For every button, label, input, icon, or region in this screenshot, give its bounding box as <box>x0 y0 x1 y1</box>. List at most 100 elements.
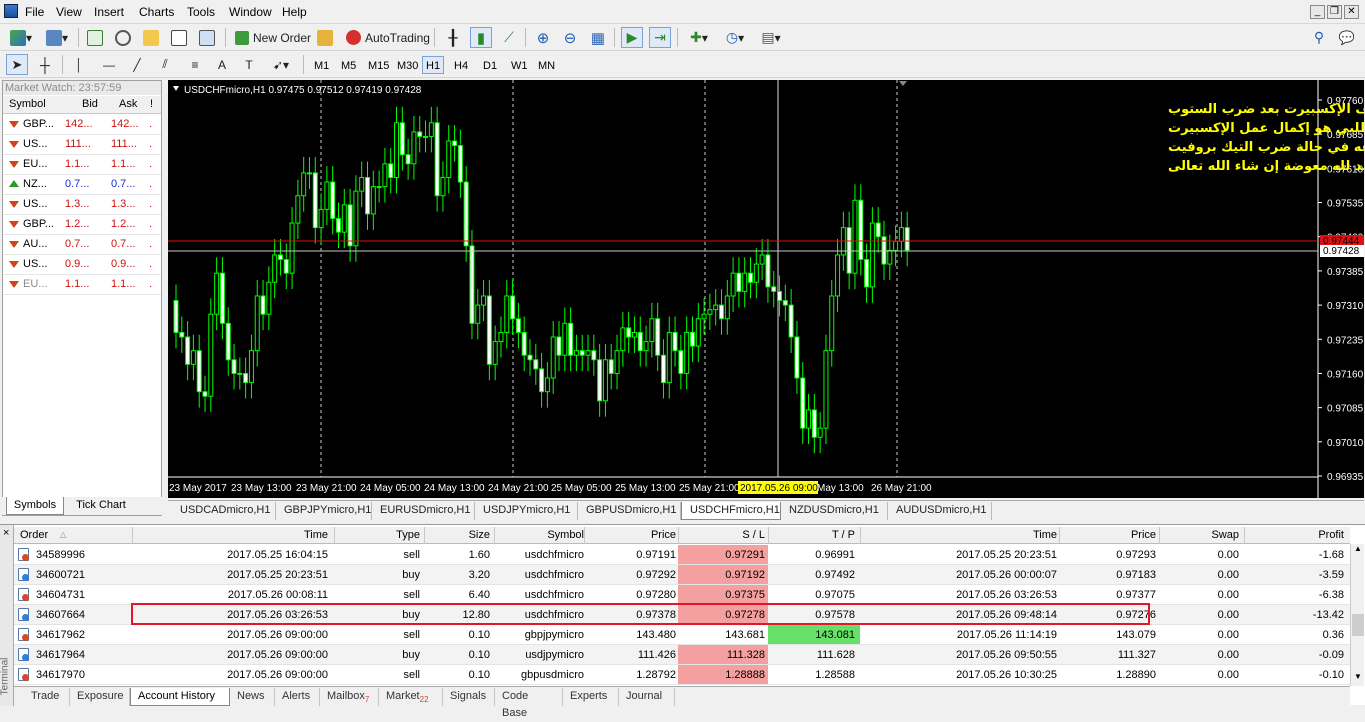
terminal-tab[interactable]: Journal <box>619 688 675 706</box>
col-bid[interactable]: Bid <box>82 98 98 110</box>
terminal-button[interactable] <box>168 27 190 48</box>
market-watch-button[interactable] <box>84 27 106 48</box>
terminal-tab[interactable]: Mailbox7 <box>320 688 379 706</box>
tf-mn[interactable]: MN <box>534 56 559 74</box>
zoom-in-button[interactable]: ⊕ <box>532 27 554 48</box>
tile-windows-button[interactable]: ▦ <box>587 27 609 48</box>
scroll-up-icon[interactable]: ▲ <box>1352 544 1364 556</box>
column-header-time[interactable]: Time <box>132 529 328 541</box>
col-ask[interactable]: Ask <box>119 98 137 110</box>
col-symbol[interactable]: Symbol <box>9 98 46 110</box>
market-watch-row[interactable]: EU... 1.1... 1.1.... <box>3 155 161 175</box>
metaeditor-button[interactable] <box>314 27 336 48</box>
scroll-down-icon[interactable]: ▼ <box>1352 672 1364 684</box>
bar-chart-button[interactable]: ╂ <box>442 27 464 48</box>
app-icon[interactable] <box>4 4 18 18</box>
terminal-tab[interactable]: Account History <box>130 688 230 706</box>
minimize-icon[interactable]: _ <box>1310 5 1325 19</box>
history-row[interactable]: 34617964 2017.05.26 09:00:00 buy 0.10 usdjpy… <box>14 645 1350 665</box>
tf-m15[interactable]: M15 <box>364 56 393 74</box>
column-header-swap[interactable]: Swap <box>1159 529 1239 541</box>
market-watch-row[interactable]: US... 1.3... 1.3.... <box>3 195 161 215</box>
market-watch-row[interactable]: EU... 1.1... 1.1.... <box>3 275 161 295</box>
terminal-tab[interactable]: Signals <box>443 688 495 706</box>
restore-icon[interactable]: ❐ <box>1327 5 1342 19</box>
price-chart[interactable]: 0.977600.976850.976100.975350.974600.973… <box>168 80 1364 498</box>
market-watch-row[interactable]: US... 0.9... 0.9.... <box>3 255 161 275</box>
navigator-button[interactable] <box>112 27 134 48</box>
indicators-button[interactable]: ✚ ▾ <box>684 27 714 48</box>
history-row[interactable]: 34600721 2017.05.25 20:23:51 buy 3.20 usdchf… <box>14 565 1350 585</box>
history-row[interactable]: 34617962 2017.05.26 09:00:00 sell 0.10 gbpjp… <box>14 625 1350 645</box>
new-order-button[interactable]: New Order <box>230 27 316 48</box>
menu-view[interactable]: View <box>56 5 82 19</box>
tf-d1[interactable]: D1 <box>479 56 501 74</box>
chart-shift-button[interactable]: ⇥ <box>649 27 671 48</box>
arrows-button[interactable]: ➹ ▾ <box>266 54 296 75</box>
terminal-tab[interactable]: Alerts <box>275 688 320 706</box>
terminal-tab[interactable]: News <box>230 688 275 706</box>
text-label-button[interactable]: T <box>238 54 260 75</box>
line-chart-button[interactable]: ⟋ <box>498 27 520 48</box>
chart-tab[interactable]: EURUSDmicro,H1 <box>372 502 475 520</box>
new-chart-button[interactable]: ▾ <box>6 27 36 48</box>
history-row[interactable]: 34604731 2017.05.26 00:08:11 sell 6.40 usdch… <box>14 585 1350 605</box>
chart-tab[interactable]: USDCHFmicro,H1 <box>681 502 781 520</box>
terminal-tab[interactable]: Market22 <box>379 688 443 706</box>
terminal-tab[interactable]: Trade <box>24 688 70 706</box>
fibonacci-button[interactable]: ≡ <box>184 54 206 75</box>
chat-button[interactable]: 💬 <box>1336 27 1358 48</box>
periods-button[interactable]: ◷ ▾ <box>720 27 750 48</box>
column-header-price[interactable]: Price <box>586 529 676 541</box>
col-alert[interactable]: ! <box>150 98 153 110</box>
chart-window[interactable]: 0.977600.976850.976100.975350.974600.973… <box>168 80 1364 498</box>
market-watch-row[interactable]: US... 111... 111.... <box>3 135 161 155</box>
menu-file[interactable]: File <box>25 5 44 19</box>
zoom-out-button[interactable]: ⊖ <box>559 27 581 48</box>
tf-m5[interactable]: M5 <box>337 56 360 74</box>
chart-tab[interactable]: AUDUSDmicro,H1 <box>888 502 992 520</box>
tf-h4[interactable]: H4 <box>450 56 472 74</box>
market-watch-row[interactable]: NZ... 0.7... 0.7.... <box>3 175 161 195</box>
column-header-ctime[interactable]: Time <box>859 529 1057 541</box>
search-button[interactable]: ⚲ <box>1308 27 1330 48</box>
close-icon[interactable]: ✕ <box>1344 5 1359 19</box>
scroll-thumb[interactable] <box>1352 614 1364 636</box>
history-row[interactable]: 34617970 2017.05.26 09:00:00 sell 0.10 gbpus… <box>14 665 1350 685</box>
chart-tab[interactable]: GBPUSDmicro,H1 <box>578 502 681 520</box>
equidistant-channel-button[interactable]: ⫽ <box>154 54 176 75</box>
tf-w1[interactable]: W1 <box>507 56 532 74</box>
column-header-sl[interactable]: S / L <box>679 529 765 541</box>
column-header-profit[interactable]: Profit <box>1244 529 1344 541</box>
vertical-line-button[interactable]: │ <box>70 54 88 75</box>
autoscroll-button[interactable]: ▶ <box>621 27 643 48</box>
market-watch-row[interactable]: GBP... 142... 142.... <box>3 115 161 135</box>
templates-button[interactable]: ▤ ▾ <box>756 27 786 48</box>
cursor-button[interactable]: ➤ <box>6 54 28 75</box>
crosshair-button[interactable]: ┼ <box>34 54 56 75</box>
market-watch-row[interactable]: AU... 0.7... 0.7.... <box>3 235 161 255</box>
terminal-tab[interactable]: Experts <box>563 688 619 706</box>
tab-symbols[interactable]: Symbols <box>6 497 64 515</box>
market-watch-row[interactable]: GBP... 1.2... 1.2.... <box>3 215 161 235</box>
chart-tab[interactable]: NZDUSDmicro,H1 <box>781 502 888 520</box>
tf-m30[interactable]: M30 <box>393 56 422 74</box>
trendline-button[interactable]: ╱ <box>126 54 148 75</box>
column-header-symbol[interactable]: Symbol <box>494 529 584 541</box>
tf-m1[interactable]: M1 <box>310 56 333 74</box>
strategy-tester-button[interactable] <box>196 27 218 48</box>
column-header-cprice[interactable]: Price <box>1060 529 1156 541</box>
autotrading-button[interactable]: AutoTrading <box>341 27 435 48</box>
menu-window[interactable]: Window <box>229 5 272 19</box>
profiles-button[interactable]: ▾ <box>42 27 72 48</box>
column-header-size[interactable]: Size <box>424 529 490 541</box>
horizontal-line-button[interactable]: — <box>98 54 120 75</box>
tf-h1[interactable]: H1 <box>422 56 445 74</box>
menu-charts[interactable]: Charts <box>139 5 174 19</box>
text-button[interactable]: A <box>212 54 232 75</box>
folder-button[interactable] <box>140 27 162 48</box>
chart-tab[interactable]: USDJPYmicro,H1 <box>475 502 578 520</box>
candlestick-button[interactable]: ▮ <box>470 27 492 48</box>
terminal-tab[interactable]: Exposure <box>70 688 130 706</box>
menu-insert[interactable]: Insert <box>94 5 124 19</box>
